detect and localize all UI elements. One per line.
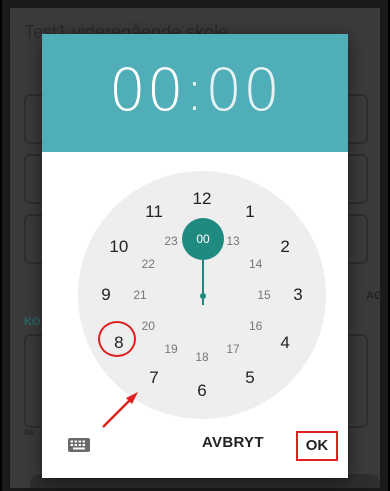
clock-center [200,293,206,299]
clock-number-15[interactable]: 15 [257,288,270,302]
selected-hour: 00 [196,232,210,246]
time-display: 00:00 [42,56,348,124]
clock-number-17[interactable]: 17 [226,342,239,356]
clock-number-10[interactable]: 10 [109,237,128,257]
background-hint: Ikk [24,428,35,437]
clock-number-12[interactable]: 12 [193,189,212,209]
clock-face[interactable]: 00 12 1 2 3 4 5 6 7 8 9 10 11 13 14 15 16 17 18 19 20 21 22 23 [78,171,326,419]
clock-number-4[interactable]: 4 [280,333,289,353]
highlight-circle-annotation [98,321,136,357]
time-picker-dialog: 00:00 00 12 1 2 3 4 5 6 7 8 9 10 11 13 14 15 16 17 18 19 20… [42,34,348,478]
background-section-label: KO [24,316,41,328]
clock-number-18[interactable]: 18 [195,350,208,364]
clock-number-19[interactable]: 19 [164,342,177,356]
clock-number-21[interactable]: 21 [133,288,146,302]
time-picker-header: 00:00 [42,34,348,152]
clock-number-13[interactable]: 13 [226,234,239,248]
clock-selector[interactable]: 00 [182,218,224,260]
clock-number-9[interactable]: 9 [101,285,110,305]
clock-number-7[interactable]: 7 [149,368,158,388]
keyboard-icon[interactable] [68,438,90,452]
clock-number-14[interactable]: 14 [249,257,262,271]
clock-number-22[interactable]: 22 [142,257,155,271]
background-right-label: AG [366,290,383,302]
clock-number-1[interactable]: 1 [245,202,254,222]
clock-number-20[interactable]: 20 [142,319,155,333]
clock-number-11[interactable]: 11 [145,202,163,222]
clock-number-16[interactable]: 16 [249,319,262,333]
minutes-display[interactable]: 00 [205,56,281,124]
frame-border-left [0,0,2,491]
time-separator: : [184,56,206,124]
ok-button[interactable]: OK [296,431,338,461]
clock-number-3[interactable]: 3 [293,285,302,305]
clock-number-2[interactable]: 2 [280,237,289,257]
clock-number-6[interactable]: 6 [197,381,206,401]
arrow-annotation-icon [102,392,138,428]
hours-display[interactable]: 00 [109,56,185,124]
clock-number-23[interactable]: 23 [164,234,177,248]
clock-number-5[interactable]: 5 [245,368,254,388]
cancel-button[interactable]: AVBRYT [202,434,264,451]
